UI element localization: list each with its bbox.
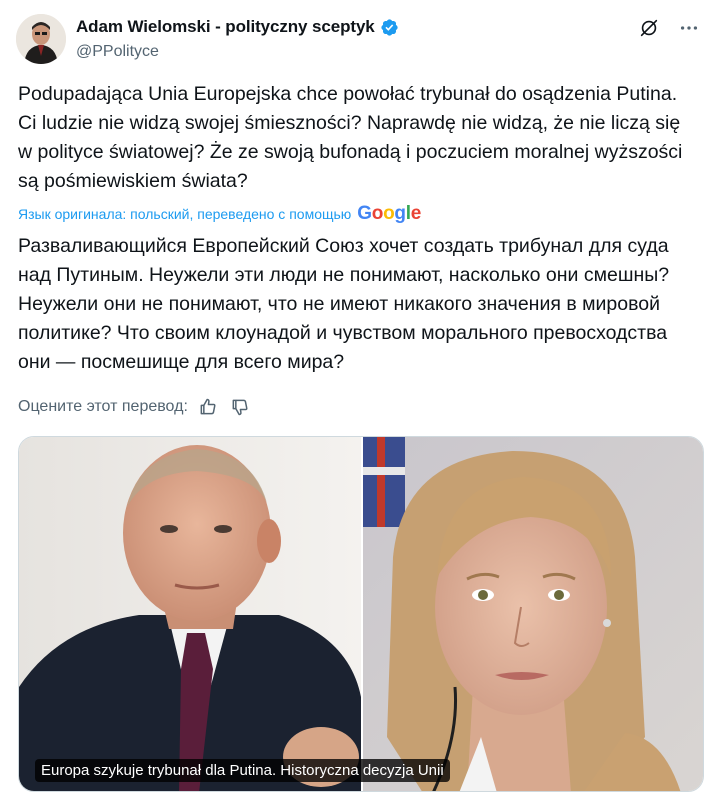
google-logo-letter: o xyxy=(383,203,395,224)
photo-left[interactable] xyxy=(19,437,361,791)
google-logo-letter: e xyxy=(410,203,422,224)
verified-badge-icon xyxy=(380,18,399,37)
author-handle[interactable]: @PPolityce xyxy=(76,43,399,61)
translation-notice[interactable]: Язык оригинала: польский, переведено с п… xyxy=(18,203,421,225)
google-logo-letter: g xyxy=(394,203,406,224)
thumbs-down-icon[interactable] xyxy=(228,395,252,419)
google-logo: Google xyxy=(357,203,421,225)
photo-right[interactable] xyxy=(363,437,703,791)
google-logo-letter: G xyxy=(357,203,372,224)
translated-text: Разваливающийся Европейский Союз хочет с… xyxy=(18,235,670,373)
translation-notice-text: Язык оригинала: польский, переведено с п… xyxy=(18,206,352,222)
media-caption: Europa szykuje trybunał dla Putina. Hist… xyxy=(35,759,450,782)
author-block: Adam Wielomski - polityczny sceptyk @PPo… xyxy=(76,15,399,61)
media-card[interactable]: Europa szykuje trybunał dla Putina. Hist… xyxy=(18,436,704,792)
author-display-name[interactable]: Adam Wielomski - polityczny sceptyk xyxy=(76,17,375,37)
thumbs-up-icon[interactable] xyxy=(196,395,220,419)
post-text: Podupadająca Unia Europejska chce powoła… xyxy=(18,83,683,192)
rate-translation-label: Оцените этот перевод: xyxy=(18,398,188,415)
google-logo-letter: o xyxy=(371,203,384,224)
header-actions xyxy=(637,16,701,40)
photo-man-in-suit xyxy=(19,437,361,791)
rate-translation-row: Оцените этот перевод: xyxy=(18,395,252,419)
avatar-image xyxy=(16,14,66,64)
photo-woman-portrait xyxy=(363,437,703,791)
more-options-icon[interactable] xyxy=(677,16,701,40)
avatar[interactable] xyxy=(16,14,66,64)
grok-icon[interactable] xyxy=(637,16,661,40)
